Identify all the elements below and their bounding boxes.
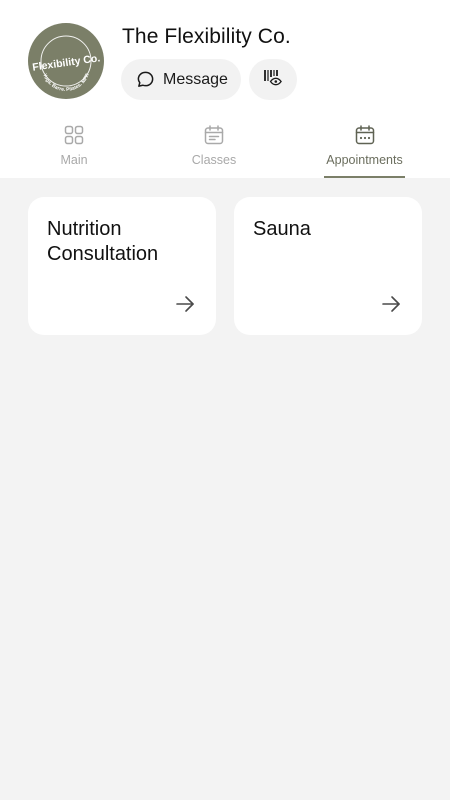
tab-appointments[interactable]: Appointments — [324, 118, 405, 178]
business-logo: Flexibility Co. Yoga. Barre. Pilates. MF… — [28, 23, 104, 99]
appointment-card-nutrition-consultation[interactable]: Nutrition Consultation — [28, 197, 216, 335]
tab-appointments-label: Appointments — [326, 153, 403, 167]
message-button[interactable]: Message — [121, 59, 241, 100]
calendar-dots-icon — [354, 124, 376, 146]
calendar-icon — [203, 124, 225, 146]
message-button-label: Message — [163, 70, 228, 88]
grid-icon — [63, 124, 85, 146]
barcode-pass-button[interactable] — [249, 59, 297, 100]
appointment-card-title: Nutrition Consultation — [47, 218, 159, 265]
tab-classes[interactable]: Classes — [184, 118, 244, 178]
arrow-right-icon — [380, 293, 402, 315]
tab-classes-label: Classes — [191, 153, 237, 167]
barcode-eye-icon — [263, 68, 283, 91]
svg-text:Yoga. Barre. Pilates. MFR: Yoga. Barre. Pilates. MFR — [41, 72, 91, 93]
tab-main[interactable]: Main — [44, 118, 104, 178]
tab-bar: Main Classes Appointments — [0, 118, 450, 178]
chat-bubble-icon — [136, 70, 155, 89]
appointment-card-sauna[interactable]: Sauna — [234, 197, 422, 335]
appointment-card-title: Sauna — [253, 218, 311, 240]
arrow-right-icon — [174, 293, 196, 315]
profile-header: Flexibility Co. Yoga. Barre. Pilates. MF… — [0, 0, 450, 178]
business-name: The Flexibility Co. — [122, 25, 291, 48]
tab-main-label: Main — [60, 153, 88, 167]
